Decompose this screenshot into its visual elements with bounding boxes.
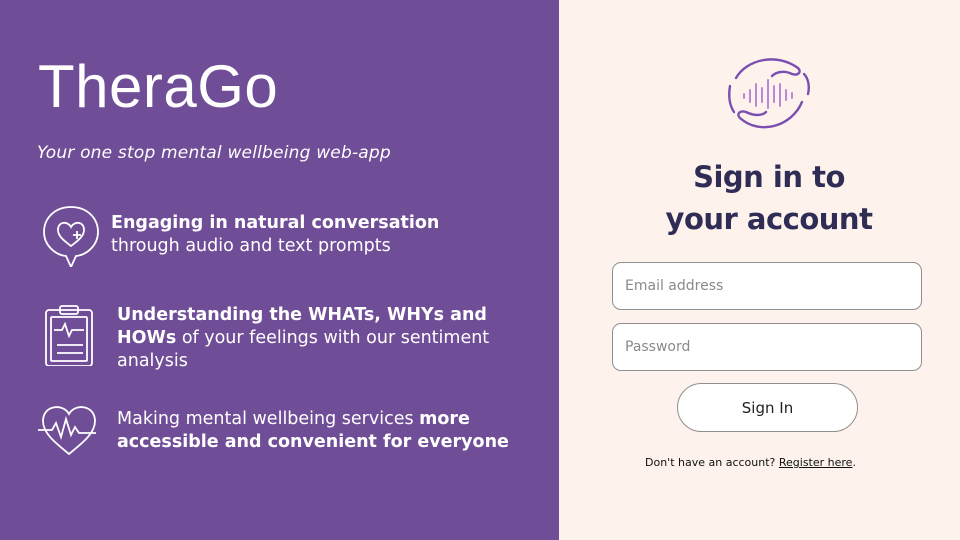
feature-text: Engaging in natural conversation through…: [111, 212, 511, 258]
hands-soundwave-logo: [728, 58, 810, 129]
password-input[interactable]: [612, 323, 922, 371]
feature-sentiment: Understanding the WHATs, WHYs and HOWs o…: [40, 304, 517, 373]
signin-panel: Sign in to your account Sign In Don't ha…: [559, 0, 960, 540]
signin-title-line1: Sign in to: [693, 160, 845, 194]
signin-title-line2: your account: [665, 202, 873, 236]
feature-accessible: Making mental wellbeing services more ac…: [38, 400, 517, 462]
register-prompt: Don't have an account? Register here.: [645, 456, 885, 469]
signin-title: Sign in to your account: [659, 156, 879, 240]
email-input[interactable]: [612, 262, 922, 310]
feature-text: Understanding the WHATs, WHYs and HOWs o…: [117, 304, 517, 373]
feature-rest-text: through audio and text prompts: [111, 236, 391, 256]
feature-lead-text: Making mental wellbeing services: [117, 409, 420, 429]
feature-text: Making mental wellbeing services more ac…: [117, 408, 517, 454]
register-prompt-text: Don't have an account?: [645, 456, 776, 469]
clipboard-pulse-icon: [45, 305, 93, 366]
sign-in-button[interactable]: Sign In: [677, 383, 858, 432]
brand-tagline: Your one stop mental wellbeing web-app: [37, 143, 391, 163]
brand-title: TheraGo: [38, 53, 279, 120]
register-link[interactable]: Register here: [779, 456, 853, 469]
feature-bold-text: Engaging in natural conversation: [111, 213, 440, 233]
register-suffix: .: [852, 456, 856, 469]
heart-pulse-icon: [38, 406, 96, 456]
feature-conversation: Engaging in natural conversation through…: [40, 205, 511, 267]
left-panel: TheraGo Your one stop mental wellbeing w…: [0, 0, 559, 540]
heart-chat-icon: [43, 206, 99, 267]
